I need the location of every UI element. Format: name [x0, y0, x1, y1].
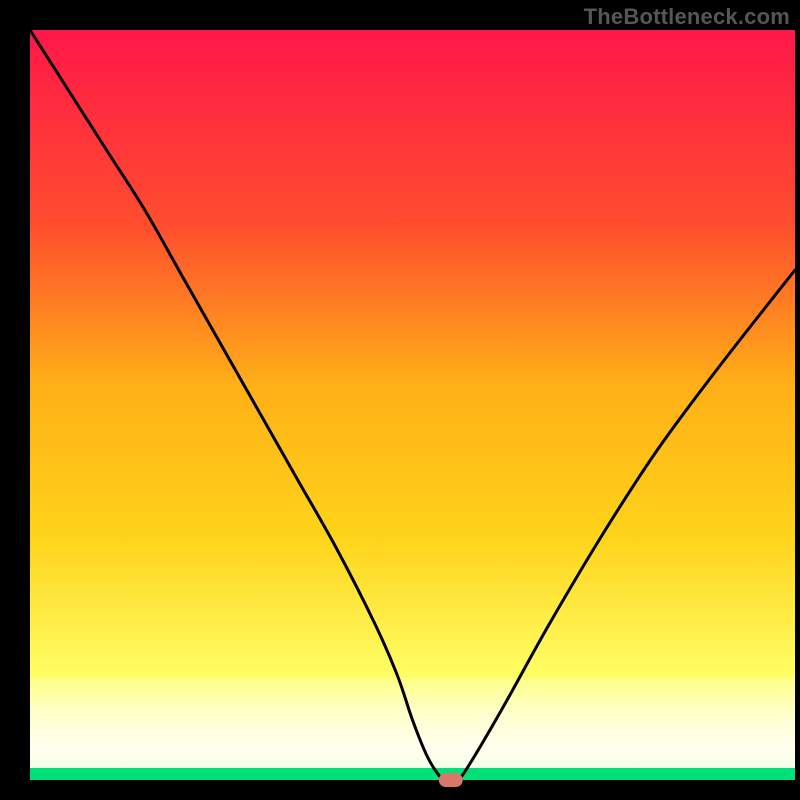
chart-container: TheBottleneck.com — [0, 0, 800, 800]
watermark-text: TheBottleneck.com — [584, 4, 790, 30]
bottleneck-chart — [0, 0, 800, 800]
min-marker — [439, 773, 463, 787]
